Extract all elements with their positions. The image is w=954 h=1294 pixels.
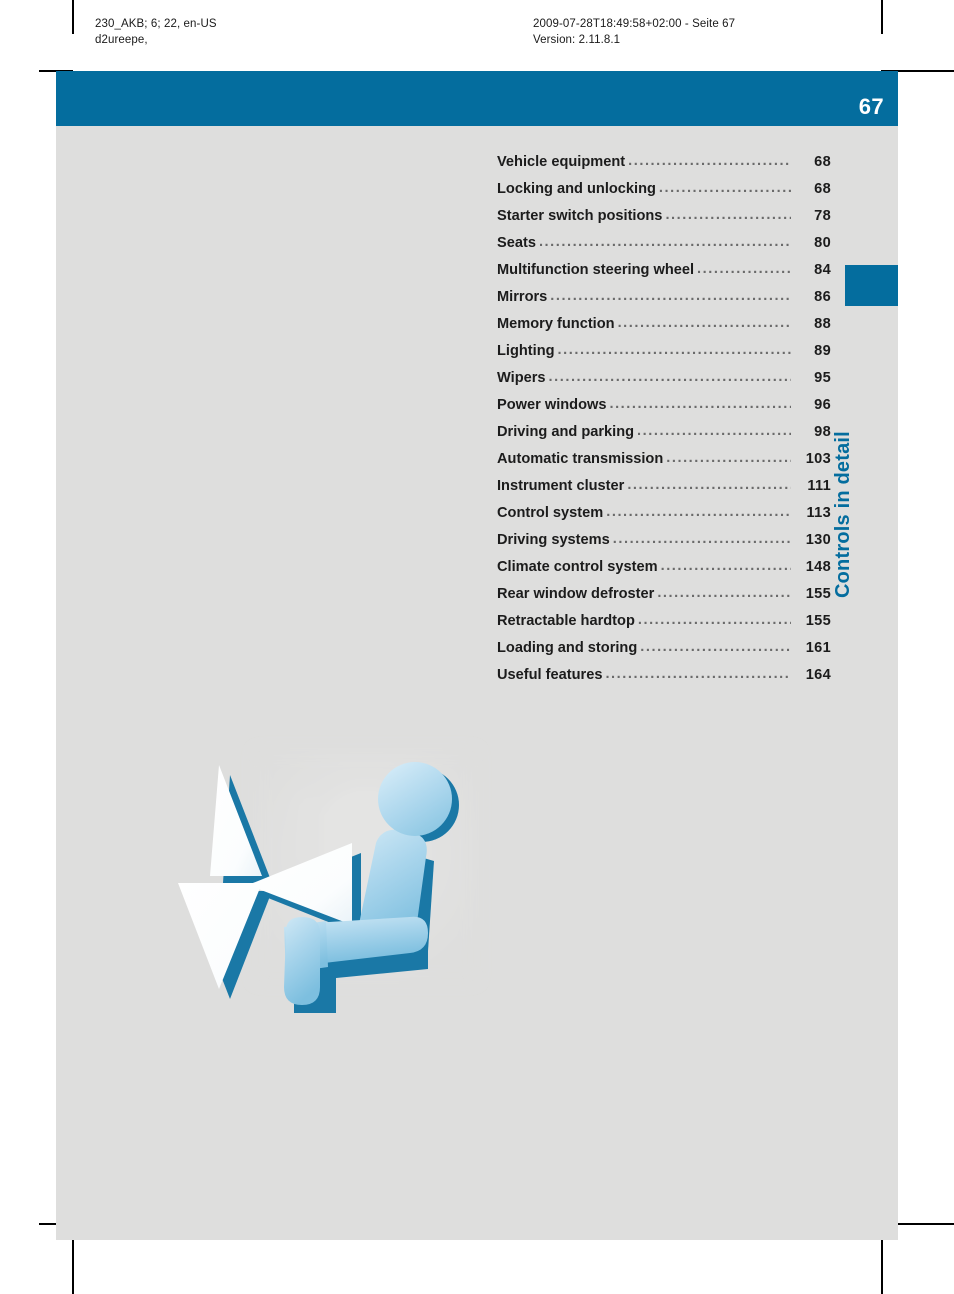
- toc-leader-dots: ........................................…: [548, 369, 791, 385]
- toc-entry[interactable]: Rear window defroster...................…: [497, 585, 831, 613]
- toc-leader-dots: ........................................…: [617, 315, 791, 331]
- toc-entry-label: Useful features: [497, 667, 603, 683]
- crop-mark-top-right-vertical: [881, 0, 883, 34]
- toc-entry-label: Locking and unlocking: [497, 181, 656, 197]
- toc-entry[interactable]: Automatic transmission..................…: [497, 450, 831, 478]
- toc-entry-label: Memory function: [497, 316, 615, 332]
- toc-entry-label: Instrument cluster: [497, 478, 625, 494]
- toc-entry-label: Driving and parking: [497, 424, 635, 440]
- toc-leader-dots: ........................................…: [606, 504, 791, 520]
- toc-entry-label: Starter switch positions: [497, 208, 663, 224]
- print-header-left: 230_AKB; 6; 22, en-US d2ureepe,: [95, 18, 217, 46]
- toc-leader-dots: ........................................…: [538, 234, 791, 250]
- toc-entry-label: Loading and storing: [497, 640, 638, 656]
- toc-entry[interactable]: Retractable hardtop.....................…: [497, 612, 831, 640]
- toc-entry[interactable]: Power windows...........................…: [497, 396, 831, 424]
- toc-leader-dots: ........................................…: [657, 585, 791, 601]
- toc-entry-page-number: 86: [814, 289, 831, 305]
- toc-entry-page-number: 84: [814, 262, 831, 278]
- toc-entry-page-number: 96: [814, 397, 831, 413]
- section-thumb-tab: [845, 265, 898, 306]
- toc-entry-page-number: 111: [807, 478, 831, 494]
- toc-entry-label: Vehicle equipment: [497, 154, 626, 170]
- toc-entry-page-number: 78: [814, 208, 831, 224]
- toc-leader-dots: ........................................…: [550, 288, 791, 304]
- toc-leader-dots: ........................................…: [605, 666, 791, 682]
- toc-entry[interactable]: Mirrors.................................…: [497, 288, 831, 316]
- toc-entry-page-number: 95: [814, 370, 831, 386]
- toc-leader-dots: ........................................…: [612, 531, 791, 547]
- toc-entry-page-number: 164: [805, 667, 831, 683]
- toc-entry[interactable]: Control system..........................…: [497, 504, 831, 532]
- toc-entry[interactable]: Locking and unlocking...................…: [497, 180, 831, 208]
- toc-entry-label: Power windows: [497, 397, 607, 413]
- toc-leader-dots: ........................................…: [637, 423, 791, 439]
- toc-entry[interactable]: Loading and storing.....................…: [497, 639, 831, 667]
- toc-entry[interactable]: Lighting................................…: [497, 342, 831, 370]
- toc-entry-page-number: 98: [814, 424, 831, 440]
- section-title: Controls in detail: [832, 431, 854, 598]
- toc-leader-dots: ........................................…: [609, 396, 791, 412]
- toc-leader-dots: ........................................…: [666, 450, 791, 466]
- toc-leader-dots: ........................................…: [697, 261, 791, 277]
- toc-entry-label: Climate control system: [497, 559, 658, 575]
- toc-leader-dots: ........................................…: [627, 477, 791, 493]
- crop-mark-bottom-right-vertical: [881, 1240, 883, 1294]
- toc-entry-page-number: 130: [805, 532, 831, 548]
- toc-entry[interactable]: Memory function.........................…: [497, 315, 831, 343]
- toc-entry-page-number: 88: [814, 316, 831, 332]
- toc-entry-label: Mirrors: [497, 289, 548, 305]
- toc-entry-page-number: 80: [814, 235, 831, 251]
- toc-entry-page-number: 148: [805, 559, 831, 575]
- page-header-band: 67: [56, 71, 898, 126]
- page-number: 67: [858, 94, 884, 119]
- toc-entry-label: Multifunction steering wheel: [497, 262, 695, 278]
- toc-entry-page-number: 155: [805, 613, 831, 629]
- crop-mark-bottom-left-vertical: [72, 1240, 74, 1294]
- toc-entry[interactable]: Climate control system..................…: [497, 558, 831, 586]
- toc-entry-page-number: 68: [814, 181, 831, 197]
- toc-entry-label: Seats: [497, 235, 536, 251]
- toc-entry-page-number: 155: [805, 586, 831, 602]
- crop-mark-top-left-vertical: [72, 0, 74, 34]
- toc-entry-label: Automatic transmission: [497, 451, 664, 467]
- toc-entry-page-number: 103: [805, 451, 831, 467]
- toc-entry-label: Rear window defroster: [497, 586, 655, 602]
- toc-entry-page-number: 89: [814, 343, 831, 359]
- toc-entry[interactable]: Wipers..................................…: [497, 369, 831, 397]
- toc-entry-label: Wipers: [497, 370, 546, 386]
- toc-entry-page-number: 113: [806, 505, 831, 521]
- toc-entry[interactable]: Driving and parking.....................…: [497, 423, 831, 451]
- toc-entry-label: Retractable hardtop: [497, 613, 635, 629]
- toc-leader-dots: ........................................…: [557, 342, 791, 358]
- toc-entry-label: Driving systems: [497, 532, 610, 548]
- toc-leader-dots: ........................................…: [660, 558, 791, 574]
- toc-leader-dots: ........................................…: [658, 180, 791, 196]
- toc-entry[interactable]: Starter switch positions................…: [497, 207, 831, 235]
- toc-entry[interactable]: Driving systems.........................…: [497, 531, 831, 559]
- toc-entry-label: Lighting: [497, 343, 555, 359]
- toc-entry[interactable]: Useful features.........................…: [497, 666, 831, 694]
- toc-leader-dots: ........................................…: [640, 639, 791, 655]
- toc-entry[interactable]: Multifunction steering wheel............…: [497, 261, 831, 289]
- toc-leader-dots: ........................................…: [637, 612, 791, 628]
- print-header-right: 2009-07-28T18:49:58+02:00 - Seite 67 Ver…: [533, 18, 736, 46]
- toc-entry[interactable]: Vehicle equipment.......................…: [497, 153, 831, 181]
- toc-entry[interactable]: Seats...................................…: [497, 234, 831, 262]
- seat-adjustment-pictogram: [176, 731, 496, 1061]
- toc-leader-dots: ........................................…: [665, 207, 791, 223]
- toc-entry-page-number: 68: [814, 154, 831, 170]
- toc-entry-label: Control system: [497, 505, 604, 521]
- toc-leader-dots: ........................................…: [628, 153, 791, 169]
- table-of-contents: Vehicle equipment.......................…: [497, 153, 831, 694]
- page-canvas: 67 Controls in detail Vehicle equipment.…: [56, 71, 898, 1240]
- toc-entry-page-number: 161: [805, 640, 831, 656]
- toc-entry[interactable]: Instrument cluster......................…: [497, 477, 831, 505]
